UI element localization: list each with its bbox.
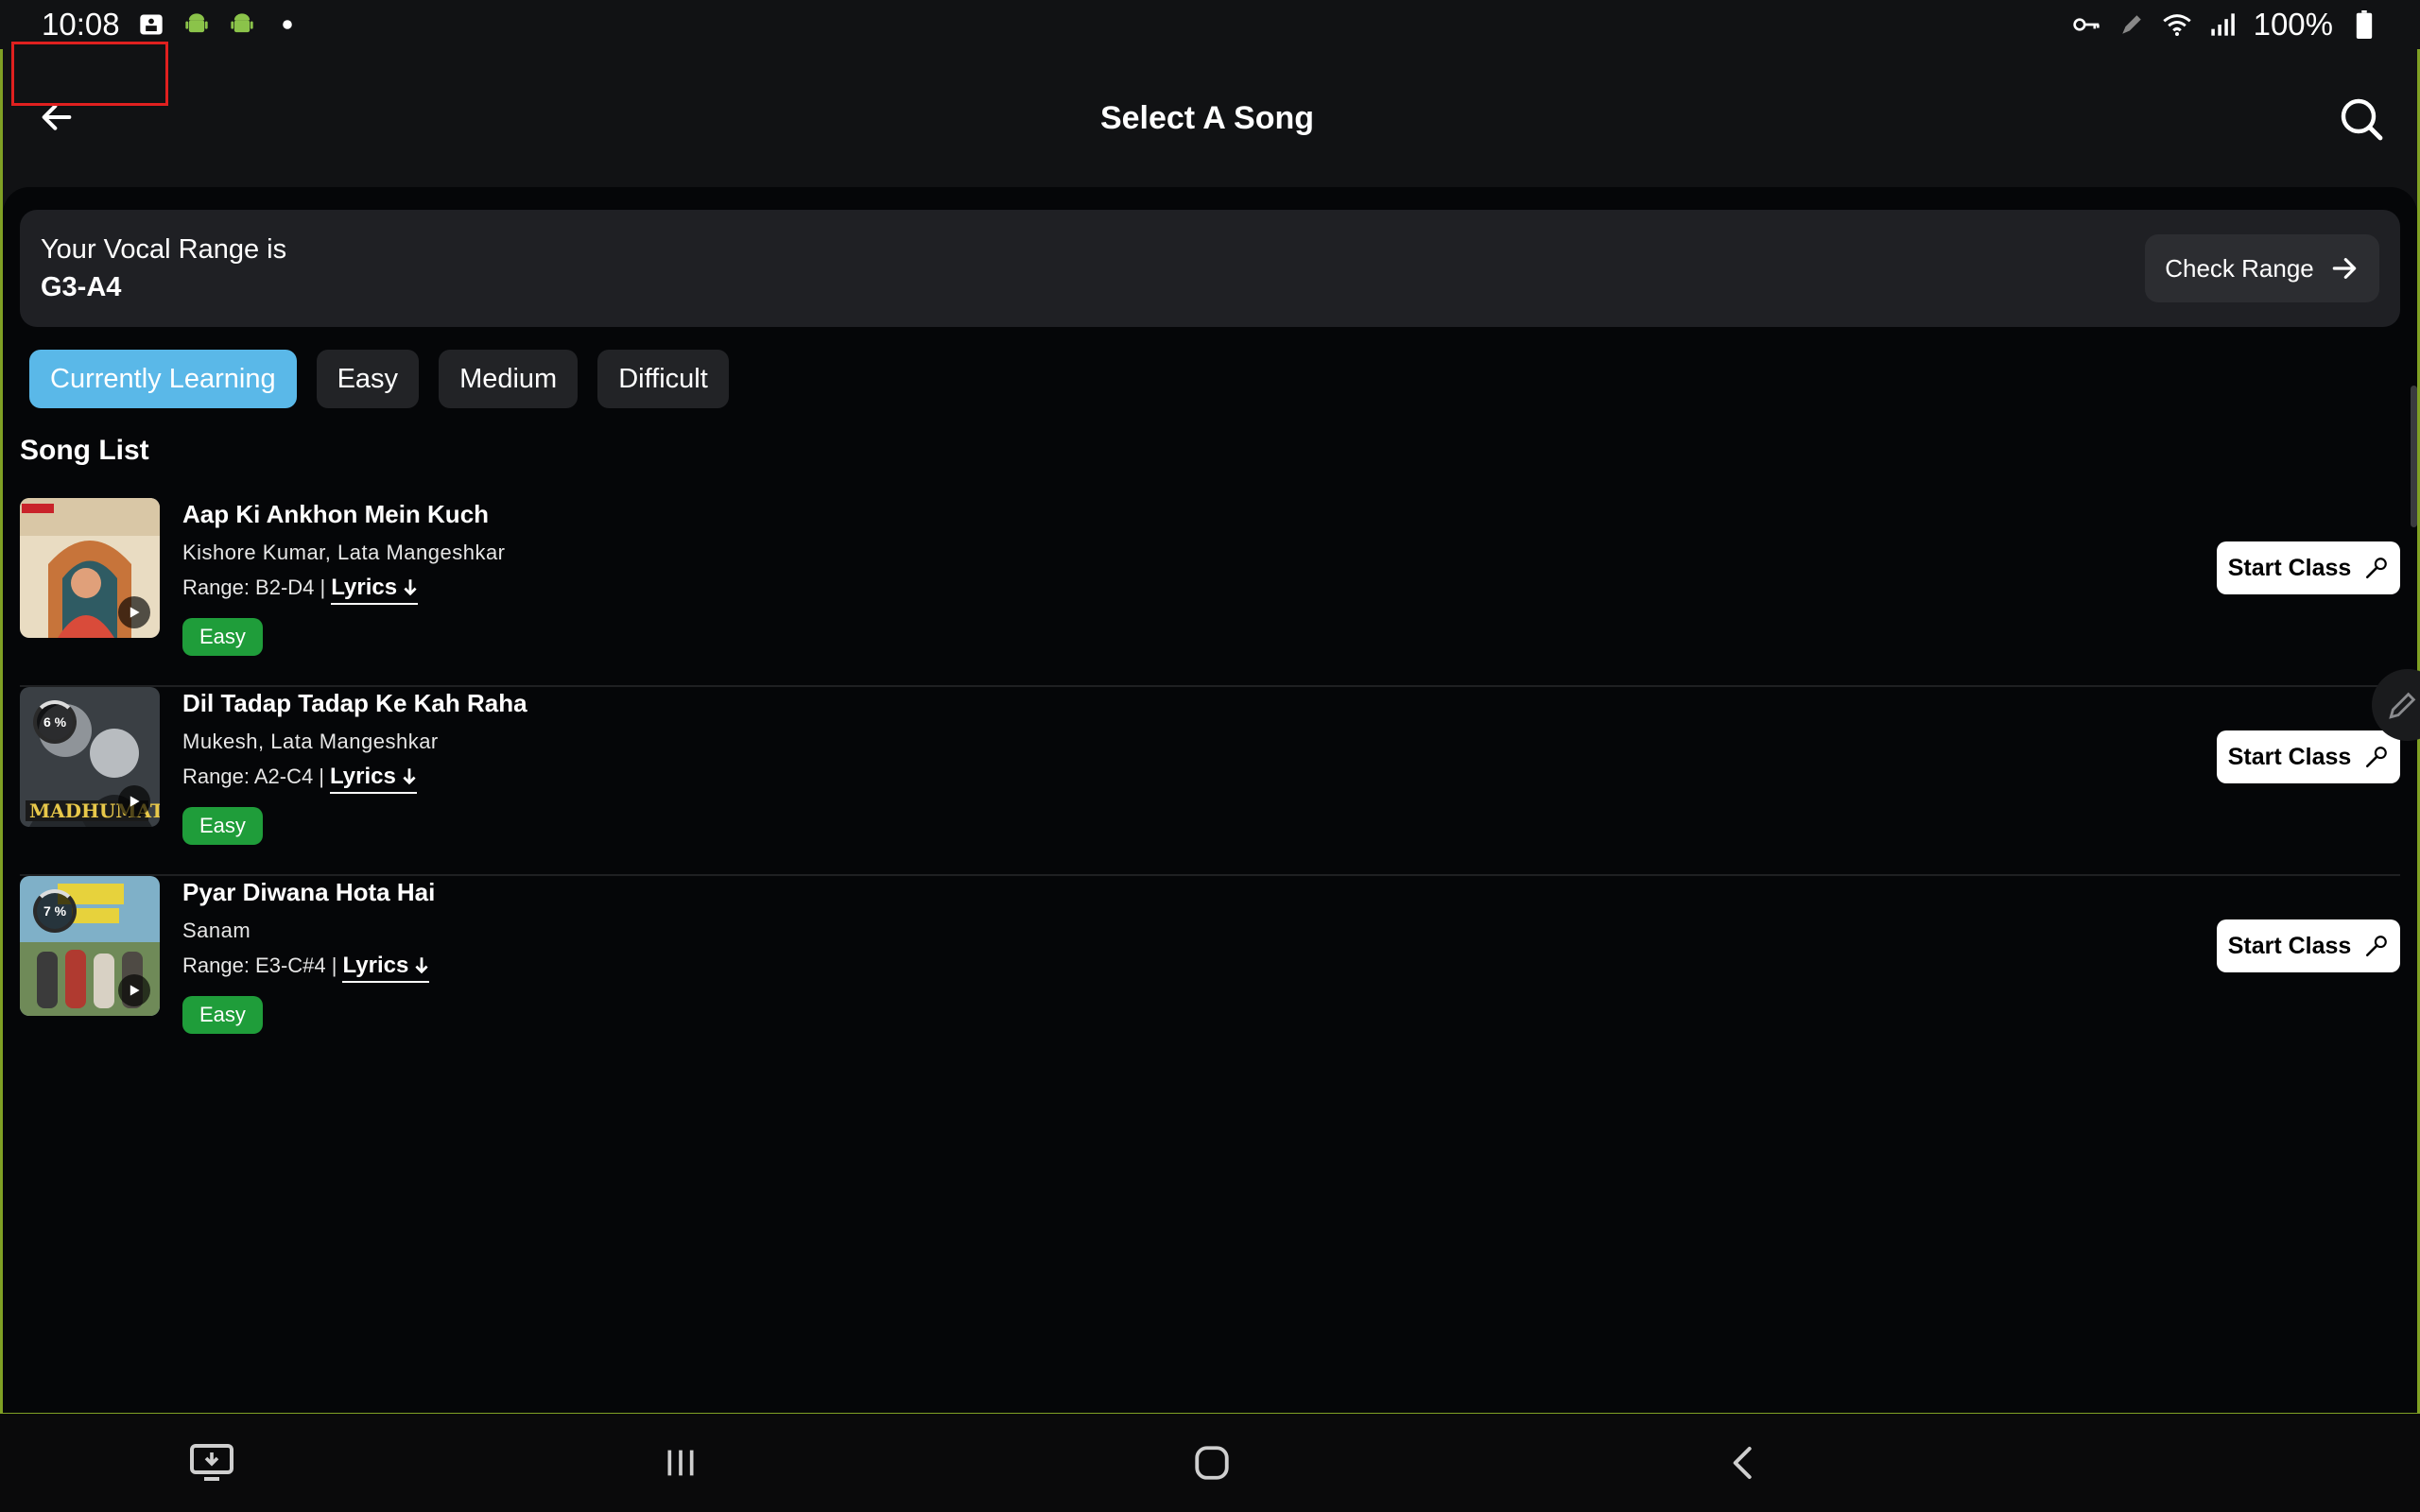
battery-icon [2350,10,2378,39]
search-button[interactable] [2337,94,2386,144]
status-time: 10:08 [42,7,120,42]
progress-ring: 7 % [33,889,77,933]
recents-button[interactable] [652,1435,709,1491]
song-row[interactable]: Aap Ki Ankhon Mein Kuch Kishore Kumar, L… [20,498,2400,687]
lyrics-label: Lyrics [331,575,398,600]
home-icon [1195,1446,1229,1480]
song-title: Aap Ki Ankhon Mein Kuch [182,500,490,528]
app-bar: Select A Song [0,49,2414,187]
song-artist: Mukesh, Lata Mangeshkar [182,730,439,753]
start-class-label: Start Class [2227,554,2352,581]
home-button[interactable] [1184,1435,1240,1491]
microphone-icon [2366,558,2388,579]
android-icon [228,10,256,39]
scroll-indicator[interactable] [2411,386,2417,527]
filter-easy[interactable]: Easy [316,350,420,408]
song-range-text: Range: B2-D4 | [182,576,326,599]
play-icon[interactable] [118,596,150,628]
lyrics-download-link[interactable]: Lyrics [330,764,417,794]
microphone-icon [2366,747,2388,768]
difficulty-badge: Easy [182,618,263,656]
check-range-button[interactable]: Check Range [2145,234,2379,302]
arrow-right-icon [2332,258,2357,279]
start-class-label: Start Class [2227,932,2352,959]
recents-icon [667,1450,694,1476]
song-thumbnail[interactable]: 7 % [20,876,160,1016]
filter-currently-learning[interactable]: Currently Learning [29,350,297,408]
difficulty-badge: Easy [182,807,263,845]
search-icon [2341,98,2383,141]
start-class-label: Start Class [2227,743,2352,770]
check-range-label: Check Range [2165,253,2314,283]
song-title: Pyar Diwana Hota Hai [182,878,436,906]
song-range: Range: E3-C#4 | Lyrics [182,953,435,983]
song-range-text: Range: E3-C#4 | [182,954,337,977]
song-title: Dil Tadap Tadap Ke Kah Raha [182,689,527,717]
pen-icon [2118,10,2146,39]
download-icon [404,579,417,596]
song-range: Range: B2-D4 | Lyrics [182,575,506,605]
filter-medium[interactable]: Medium [439,350,579,408]
chevron-left-icon [1733,1447,1752,1479]
song-thumbnail[interactable]: MADHUMATI 6 % [20,687,160,827]
song-artist: Sanam [182,919,251,942]
screenshot-icon [137,10,165,39]
status-bar: 10:08 100% [0,0,2420,49]
vocal-range-card: Your Vocal Range is G3-A4 Check Range [20,210,2400,327]
song-row[interactable]: 7 % Pyar Diwana Hota Hai Sanam Range: E3… [20,876,2400,1065]
system-back-button[interactable] [1715,1435,1772,1491]
song-range-text: Range: A2-C4 | [182,765,325,788]
song-info: Dil Tadap Tadap Ke Kah Raha Mukesh, Lata… [182,689,527,845]
progress-ring: 6 % [33,700,77,744]
dot-icon [273,10,302,39]
download-icon [415,957,428,974]
song-thumbnail[interactable] [20,498,160,638]
vocal-range-value: G3-A4 [41,272,122,302]
signal-icon [2208,10,2237,39]
lyrics-label: Lyrics [330,764,396,789]
song-range: Range: A2-C4 | Lyrics [182,764,527,794]
screen-share-icon [190,1444,233,1481]
start-class-button[interactable]: Start Class [2217,919,2400,972]
android-icon [182,10,211,39]
download-icon [403,768,416,785]
lyrics-download-link[interactable]: Lyrics [331,575,419,605]
difficulty-filters: Currently Learning Easy Medium Difficult [29,350,729,408]
song-artist: Kishore Kumar, Lata Mangeshkar [182,541,506,564]
page-title: Select A Song [1099,99,1315,136]
start-class-button[interactable]: Start Class [2217,730,2400,783]
start-class-button[interactable]: Start Class [2217,541,2400,594]
play-icon[interactable] [118,785,150,817]
battery-percent: 100% [2253,7,2333,42]
key-icon [2072,10,2100,39]
song-row[interactable]: MADHUMATI 6 % Dil Tadap Tadap Ke Kah Rah… [20,687,2400,876]
recent-screen-button[interactable] [183,1435,240,1491]
vocal-range-label: Your Vocal Range is [41,234,287,265]
wifi-icon [2162,10,2191,39]
main-content: Your Vocal Range is G3-A4 Check Range Cu… [3,187,2420,1413]
lyrics-download-link[interactable]: Lyrics [342,953,430,983]
difficulty-badge: Easy [182,996,263,1034]
system-nav-bar [0,1414,2420,1512]
microphone-icon [2366,936,2388,957]
play-icon[interactable] [118,974,150,1006]
song-info: Aap Ki Ankhon Mein Kuch Kishore Kumar, L… [182,500,506,656]
pencil-icon [2389,692,2416,719]
highlight-box [11,42,168,106]
filter-difficult[interactable]: Difficult [597,350,729,408]
song-info: Pyar Diwana Hota Hai Sanam Range: E3-C#4… [182,878,435,1034]
song-list-heading: Song List [20,435,149,466]
lyrics-label: Lyrics [342,953,409,978]
